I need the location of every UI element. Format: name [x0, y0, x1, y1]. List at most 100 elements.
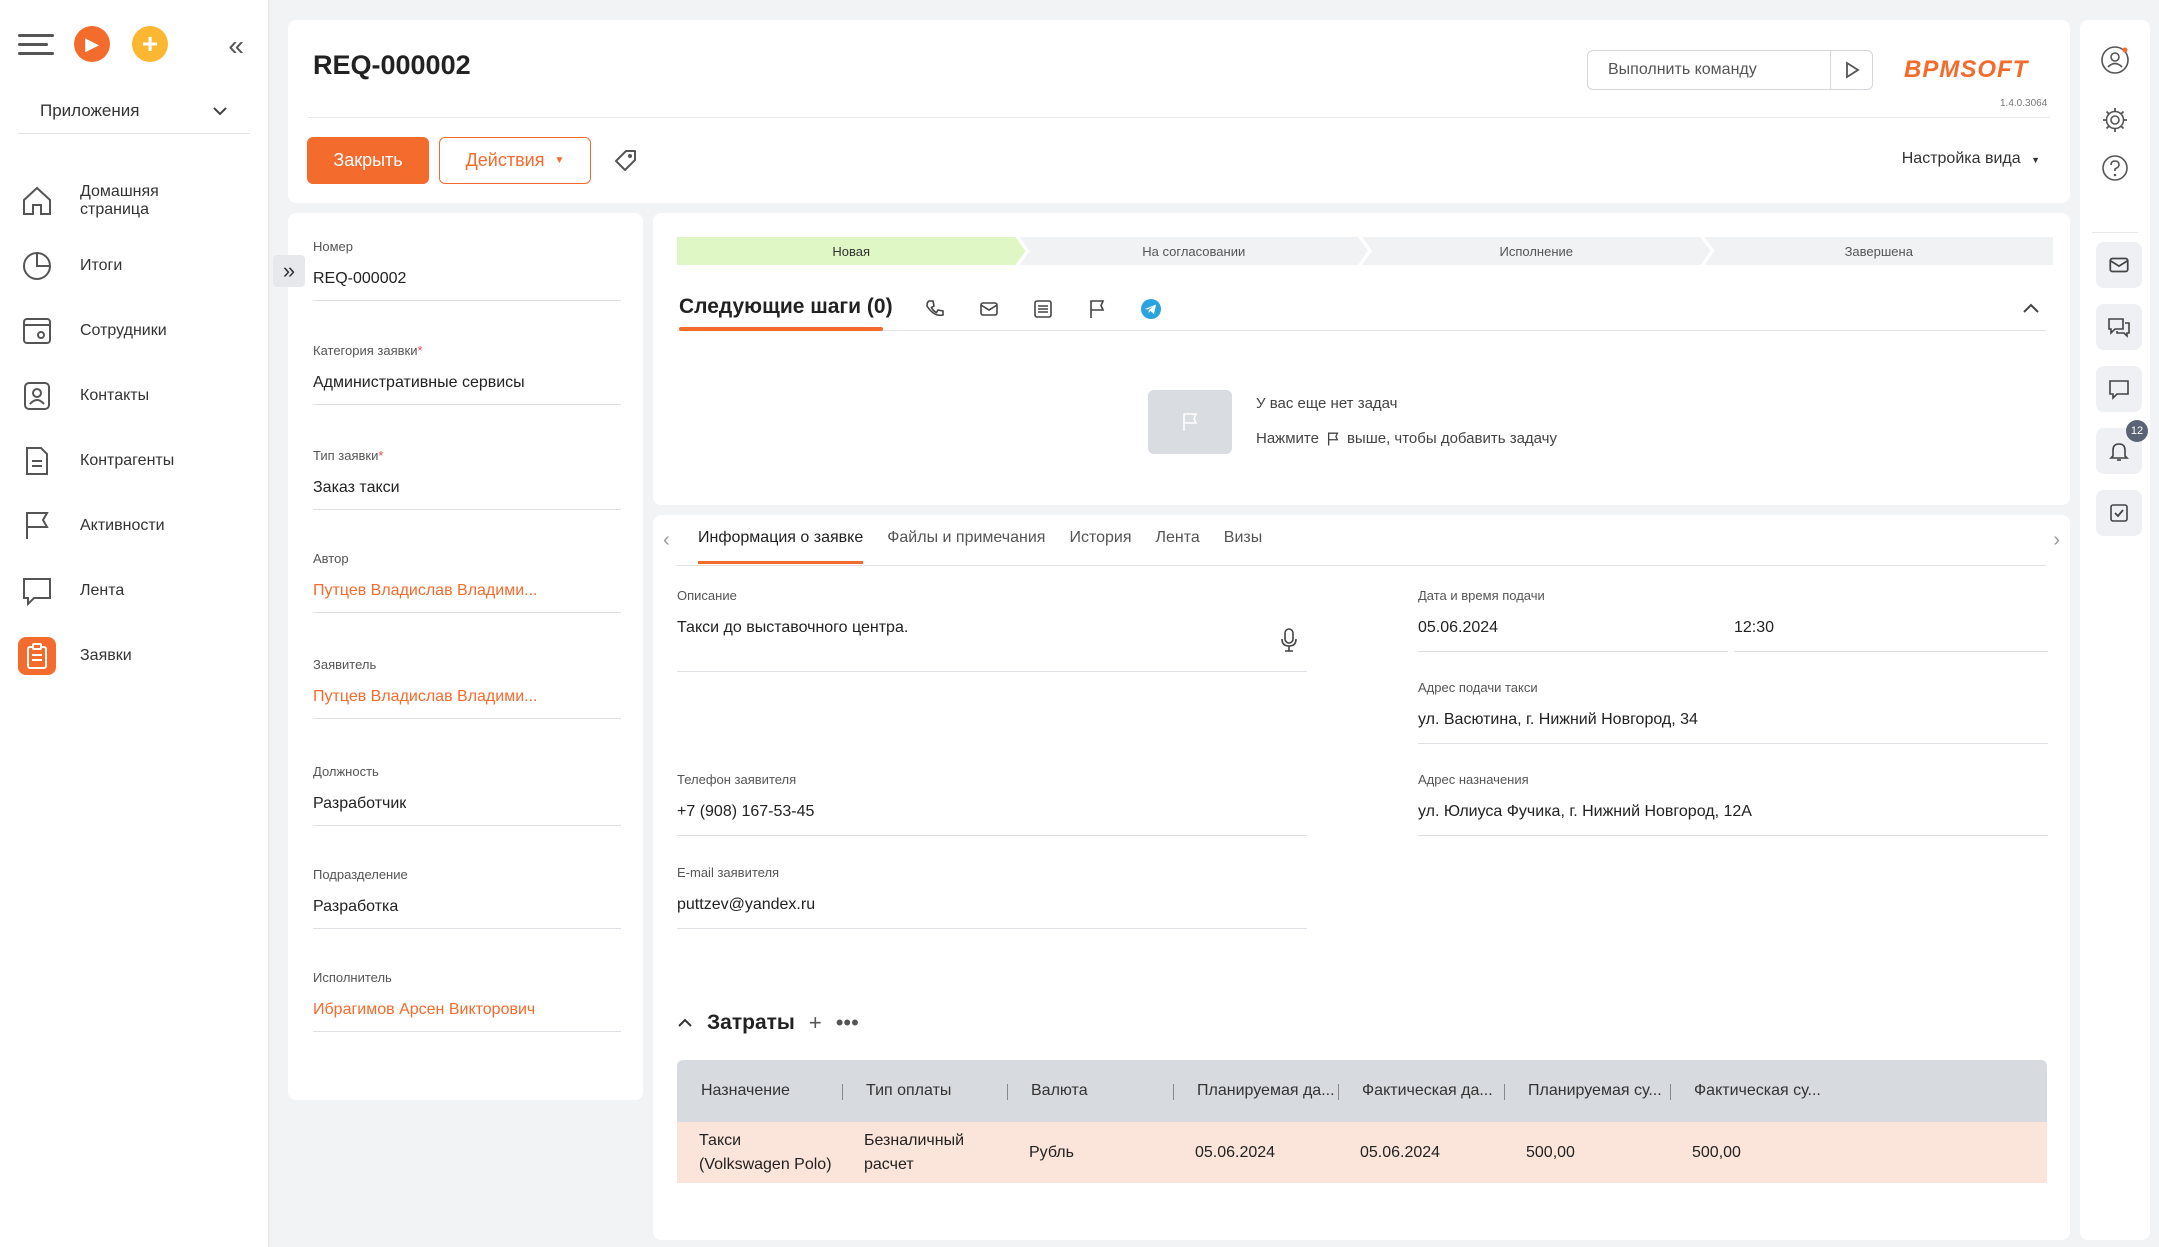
sidebar-item-feed[interactable]: Лента — [18, 558, 258, 623]
tab-request-info[interactable]: Информация о заявке — [698, 529, 864, 564]
time-input[interactable]: 12:30 — [1734, 619, 2048, 652]
field-value[interactable]: Такси до выставочного центра. — [677, 619, 1307, 672]
double-chevron-right-icon: » — [282, 258, 296, 283]
sidebar-item-accounts[interactable]: Контрагенты — [18, 428, 258, 493]
tab-feed[interactable]: Лента — [1155, 529, 1199, 564]
datetime-field[interactable]: Дата и время подачи 05.06.2024 12:30 — [1418, 588, 2048, 652]
datetime-values: 05.06.2024 12:30 — [1418, 603, 2048, 652]
column-header[interactable]: Планируемая да... — [1173, 1082, 1338, 1100]
empty-tasks-hint: Нажмите выше, чтобы добавить задачу — [1256, 430, 1557, 447]
email-field[interactable]: E-mail заявителя puttzev@yandex.ru — [677, 865, 1307, 929]
email-panel-button[interactable] — [2096, 242, 2142, 288]
field-value[interactable]: REQ-000002 — [313, 270, 621, 301]
menu-icon[interactable] — [18, 34, 54, 56]
detail-tabs: Информация о заявке Файлы и примечания И… — [698, 529, 1262, 564]
category-field[interactable]: Категория заявки* Административные серви… — [313, 343, 621, 405]
field-value[interactable]: Административные сервисы — [313, 374, 621, 405]
run-process-button[interactable]: ▶ — [74, 26, 110, 62]
apps-dropdown[interactable]: Приложения — [18, 88, 250, 134]
department-field[interactable]: Подразделение Разработка — [313, 867, 621, 929]
field-value[interactable]: Заказ такси — [313, 479, 621, 510]
tasks-panel-button[interactable] — [2096, 490, 2142, 536]
sidebar-item-contacts[interactable]: Контакты — [18, 363, 258, 428]
field-value[interactable]: Разработка — [313, 898, 621, 929]
run-command-button[interactable] — [1830, 51, 1872, 89]
clipboard-icon — [18, 636, 56, 675]
expand-panel-button[interactable]: » — [273, 255, 305, 287]
executor-field[interactable]: Исполнитель Ибрагимов Арсен Викторович — [313, 970, 621, 1032]
notifications-panel-button[interactable]: 12 — [2096, 420, 2148, 474]
microphone-icon[interactable] — [1279, 627, 1299, 653]
field-value[interactable]: +7 (908) 167-53-45 — [677, 803, 1307, 836]
tabs-divider — [677, 565, 2046, 566]
number-field[interactable]: Номер REQ-000002 — [313, 239, 621, 301]
sidebar-item-employees[interactable]: Сотрудники — [18, 298, 258, 363]
gear-icon[interactable] — [2099, 104, 2131, 136]
type-field[interactable]: Тип заявки* Заказ такси — [313, 448, 621, 510]
sidebar-item-home[interactable]: Домашняя страница — [18, 168, 258, 233]
tab-history[interactable]: История — [1069, 529, 1131, 564]
sidebar-item-label: Контрагенты — [80, 451, 175, 469]
telegram-icon[interactable] — [1139, 297, 1163, 321]
author-field[interactable]: Автор Путцев Владислав Владими... — [313, 551, 621, 613]
mail-icon[interactable] — [977, 297, 1001, 321]
description-field[interactable]: Описание Такси до выставочного центра. — [677, 588, 1307, 672]
field-value[interactable]: ул. Юлиуса Фучика, г. Нижний Новгород, 1… — [1418, 803, 2048, 836]
sidebar-item-requests[interactable]: Заявки — [18, 623, 258, 688]
pickup-address-field[interactable]: Адрес подачи такси ул. Васютина, г. Нижн… — [1418, 680, 2048, 744]
help-icon[interactable] — [2099, 152, 2131, 184]
tab-visas[interactable]: Визы — [1224, 529, 1262, 564]
collapse-sidebar-icon[interactable]: « — [228, 30, 244, 62]
close-button[interactable]: Закрыть — [307, 137, 429, 184]
field-value[interactable]: Разработчик — [313, 795, 621, 826]
chats-panel-button[interactable] — [2096, 304, 2142, 350]
stage-new[interactable]: Новая — [677, 237, 1026, 265]
flag-icon[interactable] — [1085, 297, 1109, 321]
expenses-title: Затраты — [707, 1011, 795, 1034]
actions-label: Действия — [465, 150, 545, 170]
stage-execution[interactable]: Исполнение — [1362, 237, 1711, 265]
next-steps-title[interactable]: Следующие шаги (0) — [679, 295, 893, 319]
column-header[interactable]: Планируемая су... — [1504, 1082, 1670, 1100]
sidebar-item-activities[interactable]: Активности — [18, 493, 258, 558]
stage-approval[interactable]: На согласовании — [1020, 237, 1369, 265]
collapse-chevron-up-icon[interactable] — [2022, 301, 2040, 319]
table-row[interactable]: Такси (Volkswagen Polo) Безналичный расч… — [677, 1122, 2047, 1183]
note-icon[interactable] — [1031, 297, 1055, 321]
command-input[interactable]: Выполнить команду — [1587, 50, 1873, 90]
chevron-up-icon[interactable] — [677, 1017, 693, 1029]
field-value[interactable]: puttzev@yandex.ru — [677, 896, 1307, 929]
phone-field[interactable]: Телефон заявителя +7 (908) 167-53-45 — [677, 772, 1307, 836]
field-label: Дата и время подачи — [1418, 588, 1545, 603]
applicant-field[interactable]: Заявитель Путцев Владислав Владими... — [313, 657, 621, 719]
column-header[interactable]: Тип оплаты — [842, 1082, 1007, 1100]
applicant-link[interactable]: Путцев Владислав Владими... — [313, 688, 621, 719]
expenses-header: Затраты + ••• — [677, 1010, 859, 1036]
executor-link[interactable]: Ибрагимов Арсен Викторович — [313, 1001, 621, 1032]
date-input[interactable]: 05.06.2024 — [1418, 619, 1728, 652]
add-expense-icon[interactable]: + — [809, 1010, 822, 1036]
stage-done[interactable]: Завершена — [1704, 237, 2053, 265]
column-header[interactable]: Фактическая да... — [1338, 1082, 1504, 1100]
field-value[interactable]: ул. Васютина, г. Нижний Новгород, 34 — [1418, 711, 2048, 744]
tabs-scroll-left-icon[interactable]: ‹ — [663, 529, 670, 552]
position-field[interactable]: Должность Разработчик — [313, 764, 621, 826]
tag-icon[interactable] — [613, 148, 639, 179]
column-header[interactable]: Назначение — [677, 1082, 842, 1100]
add-record-button[interactable]: + — [132, 26, 168, 62]
column-header[interactable]: Валюта — [1007, 1082, 1173, 1100]
caret-down-icon: ▼ — [2031, 155, 2040, 165]
tab-files[interactable]: Файлы и примечания — [887, 529, 1045, 564]
tabs-scroll-right-icon[interactable]: › — [2053, 529, 2060, 552]
author-link[interactable]: Путцев Владислав Владими... — [313, 582, 621, 613]
sidebar-item-dashboards[interactable]: Итоги — [18, 233, 258, 298]
more-options-icon[interactable]: ••• — [836, 1010, 859, 1036]
user-profile-icon[interactable] — [2099, 44, 2131, 76]
feed-panel-button[interactable] — [2096, 366, 2142, 412]
phone-icon[interactable] — [923, 297, 947, 321]
column-header[interactable]: Фактическая су... — [1670, 1082, 1835, 1100]
destination-address-field[interactable]: Адрес назначения ул. Юлиуса Фучика, г. Н… — [1418, 772, 2048, 836]
view-settings-button[interactable]: Настройка вида ▼ — [1902, 150, 2040, 168]
actions-button[interactable]: Действия ▼ — [439, 137, 591, 184]
field-label: Подразделение — [313, 867, 408, 882]
